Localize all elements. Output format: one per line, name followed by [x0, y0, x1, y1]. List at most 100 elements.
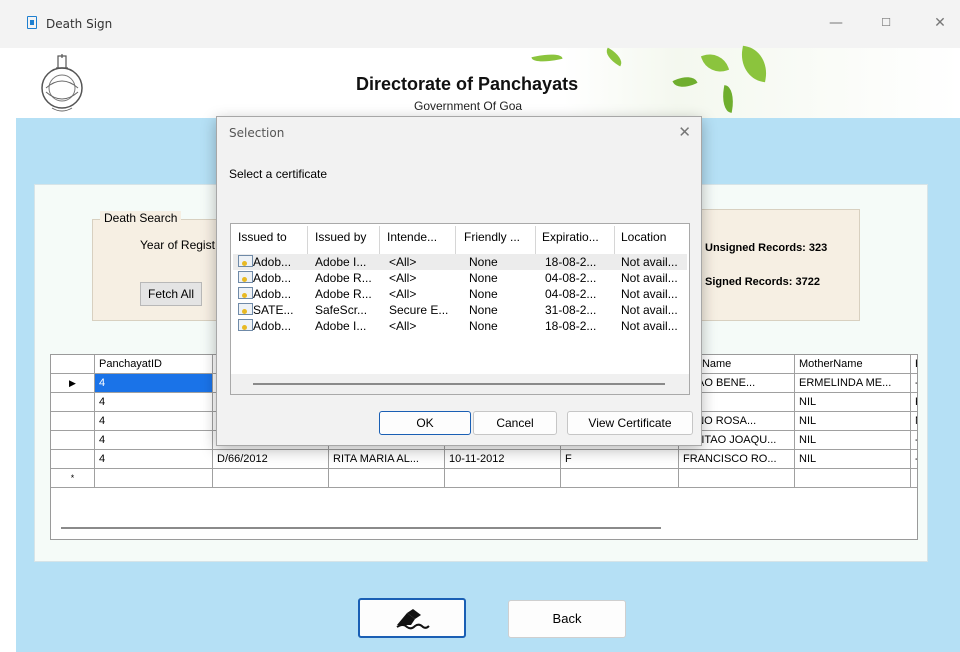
certificate-icon	[238, 255, 253, 267]
cert-expiration: 04-08-2...	[545, 287, 597, 301]
column-header[interactable]: H	[911, 355, 917, 374]
year-label: Year of Regist	[140, 238, 215, 252]
row-header[interactable]	[51, 431, 95, 450]
table-cell[interactable]: D/66/2012	[213, 450, 329, 469]
table-cell[interactable]: ERMELINDA ME...	[795, 374, 911, 393]
list-column-header[interactable]: Friendly ...	[464, 230, 520, 244]
list-horizontal-scrollbar[interactable]	[253, 383, 665, 385]
minimize-button[interactable]: —	[824, 12, 848, 34]
table-cell[interactable]	[679, 469, 795, 488]
certificate-row[interactable]: Adob... Adobe R... <All> None 04-08-2...…	[233, 286, 687, 302]
table-cell[interactable]: NIL	[795, 450, 911, 469]
table-cell[interactable]: NIL	[795, 412, 911, 431]
table-cell[interactable]	[213, 469, 329, 488]
grid-horizontal-scrollbar[interactable]	[61, 527, 661, 529]
table-cell[interactable]: 10-11-2012	[445, 450, 561, 469]
column-divider[interactable]	[379, 226, 380, 256]
leaf-decoration	[700, 48, 730, 78]
dialog-title: Selection	[229, 126, 285, 140]
cert-friendly: None	[469, 271, 498, 285]
death-search-label: Death Search	[100, 211, 182, 225]
row-header[interactable]	[51, 450, 95, 469]
signature-icon	[396, 609, 430, 630]
close-button[interactable]: ✕	[928, 12, 952, 34]
column-divider[interactable]	[455, 226, 456, 256]
column-header[interactable]: MotherName	[795, 355, 911, 374]
table-cell[interactable]: 4	[95, 412, 213, 431]
list-scroll-area	[231, 374, 689, 394]
list-column-header[interactable]: Issued to	[238, 230, 287, 244]
certificate-row[interactable]: SATE... SafeScr... Secure E... None 31-0…	[233, 302, 687, 318]
certificate-icon	[238, 319, 253, 331]
fetch-all-button[interactable]: Fetch All	[140, 282, 202, 306]
table-cell[interactable]: N	[911, 412, 917, 431]
cert-intended: <All>	[389, 255, 417, 269]
list-column-header[interactable]: Issued by	[315, 230, 366, 244]
cert-location: Not avail...	[621, 287, 678, 301]
grid-corner	[51, 355, 95, 374]
cert-location: Not avail...	[621, 319, 678, 333]
table-cell[interactable]: K/	[911, 393, 917, 412]
cert-issued-by: Adobe I...	[315, 255, 367, 269]
cert-issued-to: Adob...	[253, 287, 292, 301]
table-cell[interactable]: 4	[95, 393, 213, 412]
list-column-header[interactable]: Expiratio...	[542, 230, 599, 244]
column-divider[interactable]	[535, 226, 536, 256]
list-column-header[interactable]: Location	[621, 230, 666, 244]
cert-expiration: 18-08-2...	[545, 255, 597, 269]
list-column-header[interactable]: Intende...	[387, 230, 437, 244]
column-divider[interactable]	[614, 226, 615, 256]
table-cell[interactable]: NIL	[795, 393, 911, 412]
certificate-row[interactable]: Adob... Adobe I... <All> None 18-08-2...…	[233, 318, 687, 334]
stats-group: Unsigned Records: 323 Signed Records: 37…	[690, 209, 860, 321]
table-cell[interactable]: --	[911, 450, 917, 469]
cert-expiration: 04-08-2...	[545, 271, 597, 285]
certificate-row[interactable]: Adob... Adobe I... <All> None 18-08-2...…	[233, 254, 687, 270]
header-subtitle: Government Of Goa	[414, 99, 523, 113]
dialog-close-icon[interactable]: ✕	[678, 123, 691, 141]
cert-expiration: 18-08-2...	[545, 319, 597, 333]
table-cell[interactable]: F	[561, 450, 679, 469]
table-cell[interactable]: 4	[95, 374, 213, 393]
maximize-button[interactable]: ☐	[874, 12, 898, 34]
cert-issued-to: SATE...	[253, 303, 294, 317]
table-cell[interactable]	[329, 469, 445, 488]
certificate-row[interactable]: Adob... Adobe R... <All> None 04-08-2...…	[233, 270, 687, 286]
cert-location: Not avail...	[621, 303, 678, 317]
column-header[interactable]: PanchayatID	[95, 355, 213, 374]
leaf-decoration	[672, 71, 698, 93]
sign-button[interactable]	[358, 598, 466, 638]
table-cell[interactable]: 4	[95, 431, 213, 450]
table-cell[interactable]: NIL	[795, 431, 911, 450]
row-header[interactable]	[51, 393, 95, 412]
new-row-header[interactable]: *	[51, 469, 95, 488]
table-cell[interactable]	[911, 469, 917, 488]
row-header[interactable]	[51, 412, 95, 431]
back-button[interactable]: Back	[508, 600, 626, 638]
ok-button[interactable]: OK	[379, 411, 471, 435]
cert-issued-by: SafeScr...	[315, 303, 368, 317]
certificate-icon	[238, 303, 253, 315]
certificate-selection-dialog: Selection ✕ Select a certificate Issued …	[216, 116, 702, 446]
table-cell[interactable]: FRANCISCO RO...	[679, 450, 795, 469]
column-divider[interactable]	[307, 226, 308, 256]
table-cell[interactable]	[795, 469, 911, 488]
cert-intended: <All>	[389, 319, 417, 333]
cert-issued-to: Adob...	[253, 271, 292, 285]
cert-friendly: None	[469, 303, 498, 317]
leaf-decoration	[531, 50, 563, 66]
certificate-list[interactable]: Issued to Issued by Intende... Friendly …	[230, 223, 690, 395]
cert-issued-to: Adob...	[253, 319, 292, 333]
table-cell[interactable]	[95, 469, 213, 488]
view-certificate-button[interactable]: View Certificate	[567, 411, 693, 435]
table-cell[interactable]: --	[911, 431, 917, 450]
table-cell[interactable]: --	[911, 374, 917, 393]
cancel-button[interactable]: Cancel	[473, 411, 557, 435]
certificate-icon	[238, 287, 253, 299]
table-cell[interactable]: 4	[95, 450, 213, 469]
row-header[interactable]: ▶	[51, 374, 95, 393]
table-cell[interactable]: RITA MARIA AL...	[329, 450, 445, 469]
cert-issued-by: Adobe I...	[315, 319, 367, 333]
table-cell[interactable]	[561, 469, 679, 488]
table-cell[interactable]	[445, 469, 561, 488]
